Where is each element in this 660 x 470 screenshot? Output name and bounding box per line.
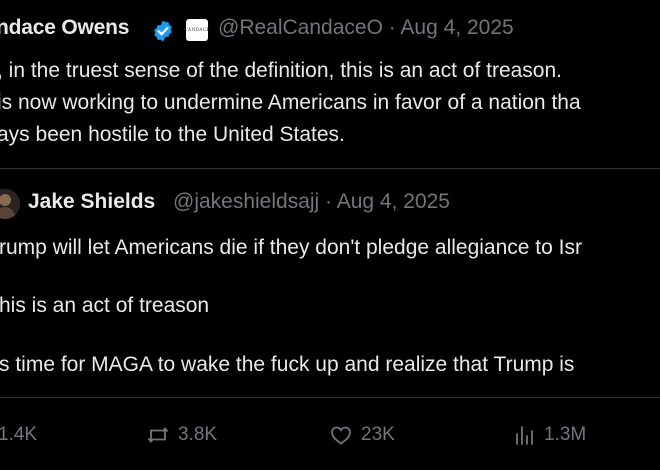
- quote-text-line: rump will let Americans die if they don'…: [0, 236, 582, 259]
- like-button[interactable]: 23K: [329, 424, 395, 446]
- views-icon: [516, 426, 533, 445]
- tweet-body: , in the truest sense of the definition,…: [0, 55, 581, 151]
- affiliate-badge-text: CANDACE: [184, 27, 210, 33]
- author-name[interactable]: ndace Owens: [0, 16, 129, 40]
- like-icon: [331, 426, 351, 445]
- repost-count: 3.8K: [178, 424, 218, 445]
- reply-button[interactable]: 1.4K: [0, 424, 37, 446]
- verified-badge-icon: [154, 20, 172, 42]
- repost-icon: [147, 427, 169, 443]
- affiliate-badge[interactable]: CANDACE: [184, 19, 210, 41]
- quote-author-handle-date[interactable]: @jakeshieldsajj · Aug 4, 2025: [173, 190, 450, 214]
- tweet-body-line: is now working to undermine Americans in…: [0, 91, 581, 114]
- like-count: 23K: [361, 424, 395, 445]
- tweet-body-line: , in the truest sense of the definition,…: [0, 59, 562, 82]
- author-handle-date[interactable]: @RealCandaceO · Aug 4, 2025: [218, 16, 514, 40]
- quote-text-line: his is an act of treason: [0, 294, 210, 317]
- tweet-body-line: ays been hostile to the United States.: [0, 123, 345, 146]
- quote-author-name[interactable]: Jake Shields: [28, 190, 155, 214]
- repost-button[interactable]: 3.8K: [146, 424, 217, 446]
- quote-text-line: s time for MAGA to wake the fuck up and …: [0, 353, 575, 376]
- views-button[interactable]: 1.3M: [514, 424, 586, 446]
- views-count: 1.3M: [544, 424, 587, 445]
- reply-count: 1.4K: [0, 424, 38, 445]
